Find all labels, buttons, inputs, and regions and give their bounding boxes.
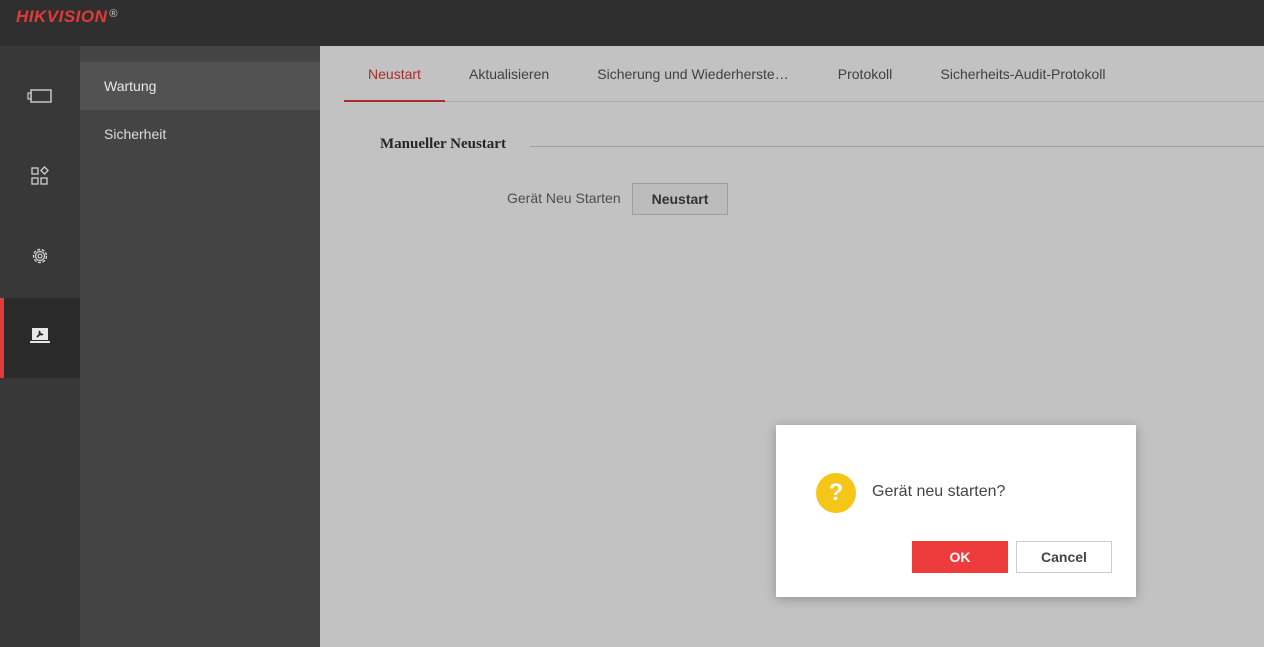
dialog-message: Gerät neu starten? xyxy=(872,483,1006,500)
brand-logo: HIKVISION ® xyxy=(16,7,118,27)
sidebar-maintenance-button[interactable] xyxy=(0,298,80,378)
icon-sidebar xyxy=(0,46,80,647)
top-bar: HIKVISION ® xyxy=(0,0,1264,46)
registered-mark: ® xyxy=(109,8,119,20)
secondary-nav: Wartung Sicherheit xyxy=(80,46,320,647)
maintenance-monitor-icon xyxy=(29,326,51,351)
brand-name: HIKVISION xyxy=(16,7,108,26)
apps-grid-icon xyxy=(30,165,50,191)
sidebar-settings-button[interactable] xyxy=(0,218,80,298)
sidebar-apps-button[interactable] xyxy=(0,138,80,218)
gear-icon xyxy=(29,245,51,272)
subnav-item-wartung[interactable]: Wartung xyxy=(80,62,320,110)
cancel-button[interactable]: Cancel xyxy=(1016,541,1112,573)
live-view-icon xyxy=(27,87,53,110)
ok-button[interactable]: OK xyxy=(912,541,1008,573)
subnav-item-sicherheit[interactable]: Sicherheit xyxy=(80,110,320,158)
confirm-dialog: ? Gerät neu starten? OK Cancel xyxy=(776,425,1136,597)
question-icon: ? xyxy=(816,473,856,513)
sidebar-live-view-button[interactable] xyxy=(0,58,80,138)
